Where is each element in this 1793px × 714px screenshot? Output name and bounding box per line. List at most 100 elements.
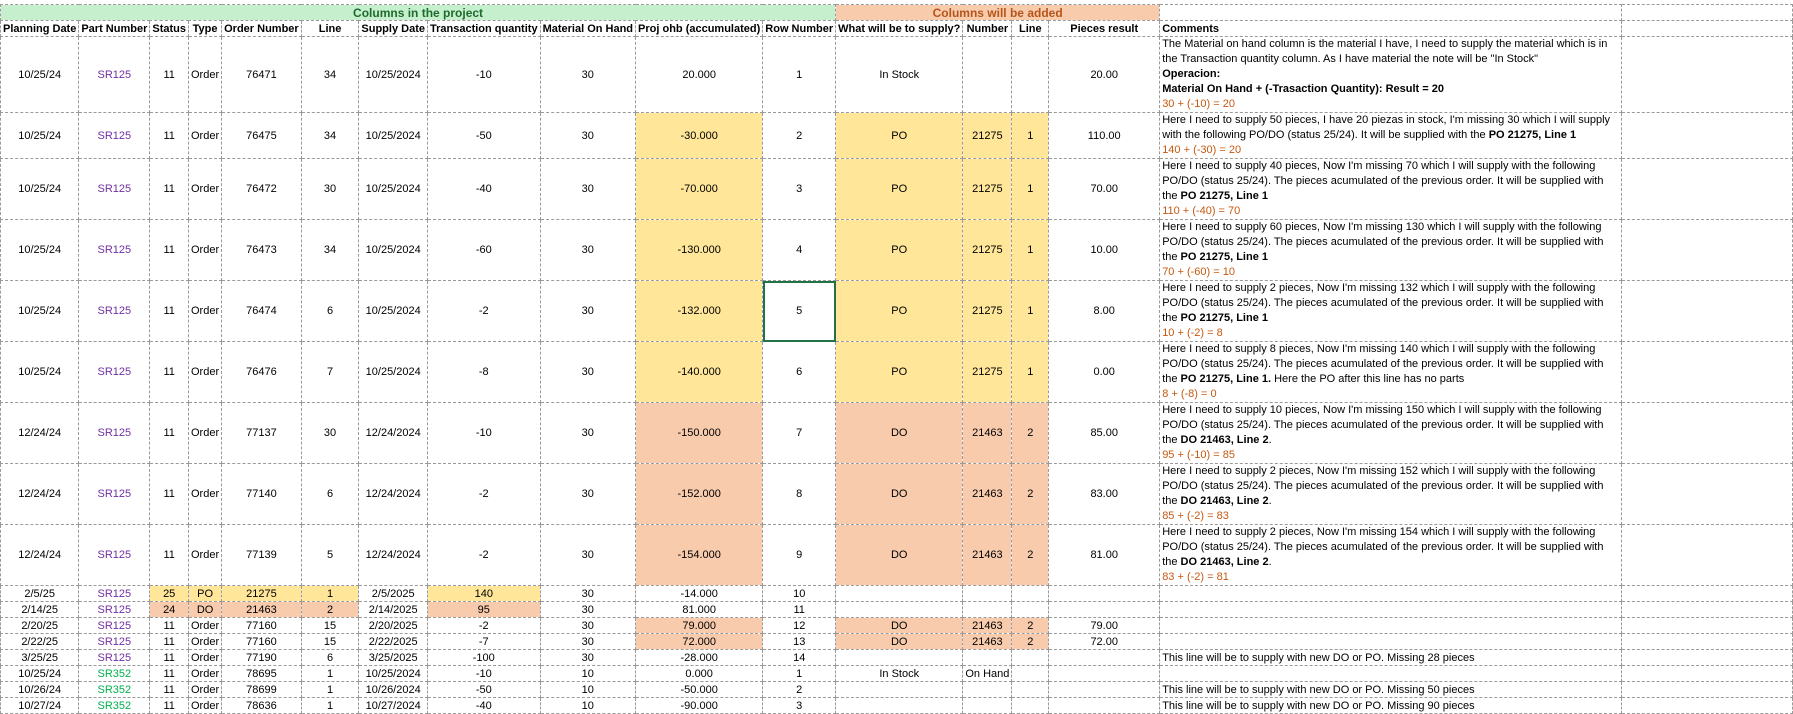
what-to-supply-cell[interactable]: PO bbox=[835, 219, 964, 281]
supply-number-cell[interactable] bbox=[962, 649, 1013, 666]
planning-date-cell[interactable]: 10/25/24 bbox=[0, 112, 80, 159]
line-cell[interactable]: 6 bbox=[300, 649, 360, 666]
material-on-hand-cell[interactable]: 30 bbox=[539, 601, 637, 618]
supply-line-cell[interactable] bbox=[1011, 681, 1050, 698]
order-number-cell[interactable]: 21275 bbox=[221, 585, 302, 602]
supply-number-cell[interactable] bbox=[962, 601, 1013, 618]
order-number-cell[interactable]: 77160 bbox=[221, 633, 302, 650]
comment-cell[interactable] bbox=[1159, 617, 1622, 634]
supply-number-cell[interactable]: 21463 bbox=[962, 463, 1013, 525]
row-number-cell[interactable]: 12 bbox=[762, 617, 837, 634]
supply-date-cell[interactable]: 10/25/2024 bbox=[358, 36, 428, 113]
comment-cell[interactable] bbox=[1159, 601, 1622, 618]
column-header[interactable]: Transaction quantity bbox=[426, 20, 541, 37]
transaction-quantity-cell[interactable]: -40 bbox=[426, 697, 541, 714]
transaction-quantity-cell[interactable]: -10 bbox=[426, 402, 541, 464]
line-cell[interactable]: 30 bbox=[300, 402, 360, 464]
pieces-result-cell[interactable]: 81.00 bbox=[1048, 524, 1161, 586]
supply-number-cell[interactable]: 21463 bbox=[962, 524, 1013, 586]
supply-number-cell[interactable]: 21463 bbox=[962, 633, 1013, 650]
empty-cell[interactable] bbox=[1620, 601, 1793, 618]
proj-ohb-cell[interactable]: 81.000 bbox=[635, 601, 764, 618]
type-cell[interactable]: Order bbox=[187, 158, 223, 220]
status-cell[interactable]: 11 bbox=[149, 681, 189, 698]
supply-line-cell[interactable]: 1 bbox=[1011, 341, 1050, 403]
pieces-result-cell[interactable]: 72.00 bbox=[1048, 633, 1161, 650]
type-cell[interactable]: Order bbox=[187, 463, 223, 525]
supply-date-cell[interactable]: 2/14/2025 bbox=[358, 601, 428, 618]
status-cell[interactable]: 25 bbox=[149, 585, 189, 602]
planning-date-cell[interactable]: 2/22/25 bbox=[0, 633, 80, 650]
order-number-cell[interactable]: 76476 bbox=[221, 341, 302, 403]
material-on-hand-cell[interactable]: 30 bbox=[539, 280, 637, 342]
type-cell[interactable]: Order bbox=[187, 617, 223, 634]
planning-date-cell[interactable]: 10/26/24 bbox=[0, 681, 80, 698]
supply-date-cell[interactable]: 2/5/2025 bbox=[358, 585, 428, 602]
what-to-supply-cell[interactable]: In Stock bbox=[835, 36, 964, 113]
supply-number-cell[interactable] bbox=[962, 681, 1013, 698]
supply-date-cell[interactable]: 10/25/2024 bbox=[358, 341, 428, 403]
order-number-cell[interactable]: 21463 bbox=[221, 601, 302, 618]
column-header[interactable]: Status bbox=[149, 20, 189, 37]
comment-cell[interactable] bbox=[1159, 585, 1622, 602]
empty-cell[interactable] bbox=[1620, 112, 1793, 159]
planning-date-cell[interactable]: 10/25/24 bbox=[0, 341, 80, 403]
transaction-quantity-cell[interactable]: -100 bbox=[426, 649, 541, 666]
material-on-hand-cell[interactable]: 30 bbox=[539, 585, 637, 602]
order-number-cell[interactable]: 77139 bbox=[221, 524, 302, 586]
part-number-cell[interactable]: SR125 bbox=[78, 341, 151, 403]
part-number-cell[interactable]: SR125 bbox=[78, 633, 151, 650]
supply-line-cell[interactable] bbox=[1011, 36, 1050, 113]
line-cell[interactable]: 2 bbox=[300, 601, 360, 618]
supply-number-cell[interactable]: 21275 bbox=[962, 158, 1013, 220]
order-number-cell[interactable]: 76475 bbox=[221, 112, 302, 159]
comment-cell[interactable]: Here I need to supply 2 pieces, Now I'm … bbox=[1159, 524, 1622, 586]
proj-ohb-cell[interactable]: -14.000 bbox=[635, 585, 764, 602]
proj-ohb-cell[interactable]: -130.000 bbox=[635, 219, 764, 281]
part-number-cell[interactable]: SR125 bbox=[78, 601, 151, 618]
supply-line-cell[interactable]: 2 bbox=[1011, 463, 1050, 525]
comment-cell[interactable]: This line will be to supply with new DO … bbox=[1159, 697, 1622, 714]
comment-cell[interactable]: Here I need to supply 60 pieces, Now I'm… bbox=[1159, 219, 1622, 281]
column-header[interactable]: Planning Date bbox=[0, 20, 80, 37]
supply-line-cell[interactable]: 1 bbox=[1011, 280, 1050, 342]
supply-line-cell[interactable] bbox=[1011, 601, 1050, 618]
column-header[interactable]: Pieces result bbox=[1048, 20, 1161, 37]
part-number-cell[interactable]: SR125 bbox=[78, 585, 151, 602]
line-cell[interactable]: 7 bbox=[300, 341, 360, 403]
order-number-cell[interactable]: 77140 bbox=[221, 463, 302, 525]
comment-cell[interactable]: This line will be to supply with new DO … bbox=[1159, 649, 1622, 666]
supply-date-cell[interactable]: 10/26/2024 bbox=[358, 681, 428, 698]
part-number-cell[interactable]: SR125 bbox=[78, 36, 151, 113]
comment-cell[interactable]: Here I need to supply 50 pieces, I have … bbox=[1159, 112, 1622, 159]
type-cell[interactable]: Order bbox=[187, 697, 223, 714]
empty-cell[interactable] bbox=[1620, 585, 1793, 602]
part-number-cell[interactable]: SR125 bbox=[78, 649, 151, 666]
status-cell[interactable]: 11 bbox=[149, 112, 189, 159]
proj-ohb-cell[interactable]: -140.000 bbox=[635, 341, 764, 403]
pieces-result-cell[interactable]: 70.00 bbox=[1048, 158, 1161, 220]
transaction-quantity-cell[interactable]: -2 bbox=[426, 280, 541, 342]
row-number-cell[interactable]: 6 bbox=[762, 341, 837, 403]
pieces-result-cell[interactable] bbox=[1048, 601, 1161, 618]
column-header[interactable]: Number bbox=[962, 20, 1013, 37]
empty-cell[interactable] bbox=[1620, 402, 1793, 464]
order-number-cell[interactable]: 78636 bbox=[221, 697, 302, 714]
row-number-cell[interactable]: 10 bbox=[762, 585, 837, 602]
supply-number-cell[interactable]: 21275 bbox=[962, 280, 1013, 342]
supply-date-cell[interactable]: 10/25/2024 bbox=[358, 280, 428, 342]
supply-number-cell[interactable] bbox=[962, 697, 1013, 714]
supply-date-cell[interactable]: 10/25/2024 bbox=[358, 219, 428, 281]
part-number-cell[interactable]: SR125 bbox=[78, 280, 151, 342]
supply-line-cell[interactable]: 1 bbox=[1011, 158, 1050, 220]
transaction-quantity-cell[interactable]: -2 bbox=[426, 524, 541, 586]
pieces-result-cell[interactable]: 10.00 bbox=[1048, 219, 1161, 281]
material-on-hand-cell[interactable]: 30 bbox=[539, 402, 637, 464]
column-header[interactable]: Row Number bbox=[762, 20, 837, 37]
type-cell[interactable]: Order bbox=[187, 402, 223, 464]
planning-date-cell[interactable]: 2/14/25 bbox=[0, 601, 80, 618]
planning-date-cell[interactable]: 3/25/25 bbox=[0, 649, 80, 666]
proj-ohb-cell[interactable]: -150.000 bbox=[635, 402, 764, 464]
status-cell[interactable]: 11 bbox=[149, 341, 189, 403]
row-number-cell[interactable]: 3 bbox=[762, 158, 837, 220]
